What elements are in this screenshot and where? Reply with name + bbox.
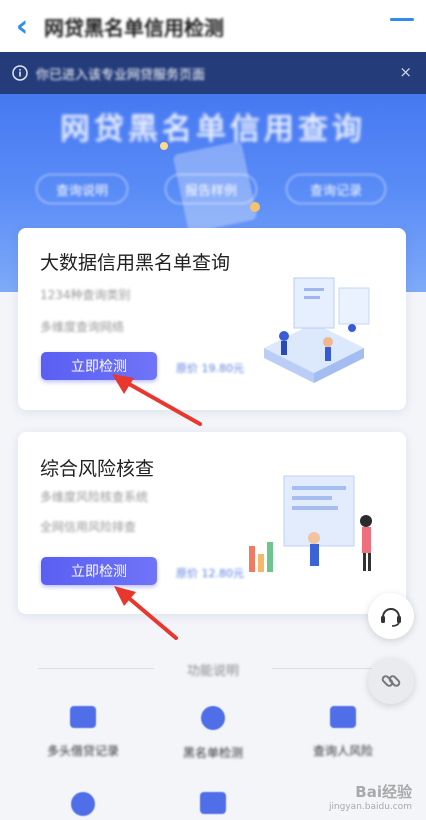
- card-title: 大数据信用黑名单查询: [40, 252, 231, 274]
- service-card-blacklist: 大数据信用黑名单查询 1234种查询类别 多维度查询网络 立即检测 原价 19.…: [18, 228, 406, 410]
- function-item[interactable]: [148, 792, 278, 814]
- user-scan-icon: [330, 706, 356, 728]
- function-item-lending-record[interactable]: 多头借贷记录: [18, 706, 148, 759]
- card-price: 原价 12.80元: [176, 567, 244, 580]
- circle-icon: [71, 792, 95, 816]
- data-platform-illustration: [264, 277, 370, 383]
- coin-decoration: [250, 202, 260, 212]
- customer-service-button[interactable]: [368, 593, 414, 639]
- function-item-blacklist[interactable]: 黑名单检测: [148, 706, 278, 761]
- circle-check-icon: [201, 706, 225, 730]
- section-title: 功能说明: [186, 664, 239, 679]
- top-app-bar: ‹ 网贷黑名单信用检测: [0, 0, 426, 52]
- watermark-brand: Bai经验: [355, 783, 412, 801]
- pill-button-sample-report[interactable]: 报告样例: [165, 174, 257, 204]
- link-icon: [381, 675, 401, 687]
- id-card-icon: [70, 706, 96, 728]
- card-subtitle: 多维度查询网络: [40, 320, 125, 334]
- chevron-left-icon: ‹: [15, 8, 29, 44]
- pill-button-query-info[interactable]: 查询说明: [36, 174, 128, 204]
- function-item[interactable]: [18, 792, 148, 816]
- function-label: 黑名单检测: [182, 746, 243, 760]
- close-icon[interactable]: ×: [399, 63, 412, 81]
- info-icon: [12, 65, 28, 81]
- function-item-risk[interactable]: 查询人风险: [278, 706, 408, 759]
- page-title: 网贷黑名单信用检测: [44, 15, 224, 40]
- pill-button-query-history[interactable]: 查询记录: [286, 174, 386, 204]
- back-button[interactable]: ‹: [0, 0, 44, 52]
- headset-icon: [381, 608, 401, 627]
- analysis-illustration: [249, 475, 372, 572]
- card-subtitle: 全网信用风险排查: [40, 520, 137, 534]
- share-button[interactable]: [368, 658, 414, 704]
- watermark: Bai经验 jingyan.baidu.com: [329, 781, 412, 812]
- watermark-url: jingyan.baidu.com: [328, 802, 412, 812]
- card-subtitle: 多维度风险核查系统: [40, 490, 149, 504]
- card-subtitle: 1234种查询类别: [40, 288, 131, 302]
- menu-icon: [390, 18, 414, 21]
- menu-button[interactable]: [390, 18, 414, 36]
- function-label: 查询人风险: [312, 744, 373, 758]
- divider: [38, 668, 154, 669]
- notice-bar: 你已进入该专业网贷服务页面 ×: [0, 52, 426, 94]
- annotation-arrow: [114, 586, 178, 640]
- notice-text: 你已进入该专业网贷服务页面: [36, 67, 206, 83]
- function-label: 多头借贷记录: [46, 744, 119, 758]
- coin-decoration: [160, 142, 168, 150]
- service-card-risk-check: 综合风险核查 多维度风险核查系统 全网信用风险排查 立即检测 原价 12.80元: [18, 432, 406, 614]
- hero-title: 网贷黑名单信用查询: [60, 112, 366, 147]
- card-icon: [200, 792, 226, 814]
- card-title: 综合风险核查: [40, 458, 155, 480]
- annotation-arrow: [112, 374, 202, 426]
